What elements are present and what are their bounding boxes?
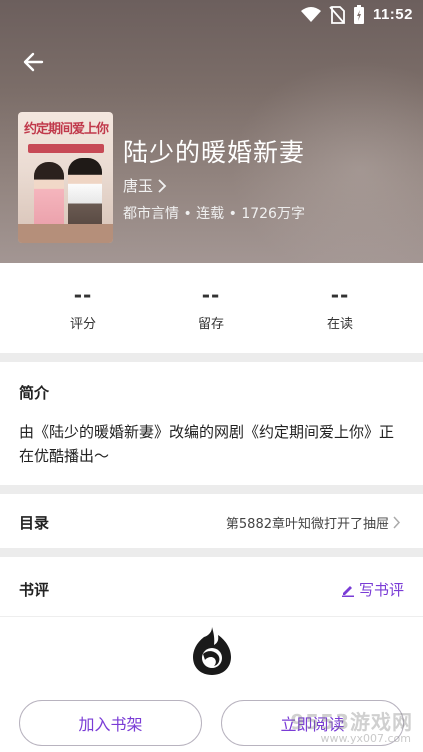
stats-row: -- 评分 -- 留存 -- 在读: [0, 263, 423, 353]
stat-label: 在读: [326, 317, 353, 332]
author-name: 唐玉: [123, 177, 154, 195]
stat-label: 留存: [197, 317, 224, 332]
pencil-icon: [341, 585, 354, 597]
stat-reading: -- 在读: [300, 283, 380, 332]
section-divider: [0, 353, 423, 362]
watermark-url: www.yx007.com: [320, 732, 411, 745]
no-sim-icon: [329, 5, 345, 24]
toc-row[interactable]: 目录 第5882章叶知微打开了抽屉: [0, 494, 423, 548]
stat-value: --: [73, 283, 93, 307]
book-meta: 都市言情 • 连载 • 1726万字: [123, 206, 305, 222]
cover-band: [28, 144, 104, 153]
book-title: 陆少的暖婚新妻: [123, 138, 306, 167]
review-title: 书评: [19, 581, 50, 599]
stat-rating: -- 评分: [43, 283, 123, 332]
add-to-shelf-button[interactable]: 加入书架: [19, 700, 202, 746]
watermark-text: 9553游戏网: [290, 710, 413, 734]
wifi-icon: [300, 6, 321, 22]
book-header: 11:52 约定期间爱上你 陆少的暖婚新妻 唐玉 都市言情 • 连载 • 172…: [0, 0, 423, 263]
stat-label: 评分: [69, 317, 96, 332]
section-divider: [0, 485, 423, 494]
intro-title: 简介: [19, 384, 50, 402]
battery-icon: [353, 5, 364, 24]
intro-text[interactable]: 由《陆少的暖婚新妻》改编的网剧《约定期间爱上你》正在优酷播出～: [19, 420, 404, 468]
review-section: 书评 写书评: [0, 557, 423, 702]
empty-flame-icon: [193, 627, 231, 675]
chevron-right-icon: [158, 178, 167, 193]
cover-title: 约定期间爱上你: [23, 122, 109, 137]
write-review-button[interactable]: 写书评: [341, 579, 404, 600]
review-divider: [0, 616, 423, 617]
author-link[interactable]: 唐玉: [123, 175, 167, 196]
book-cover[interactable]: 约定期间爱上你: [18, 112, 113, 243]
latest-chapter-label: 第5882章叶知微打开了抽屉: [225, 517, 389, 532]
write-review-label: 写书评: [358, 581, 404, 599]
stat-value: --: [201, 283, 221, 307]
status-time: 11:52: [372, 6, 413, 23]
stat-value: --: [330, 283, 350, 307]
status-bar: 11:52: [0, 0, 423, 30]
section-divider: [0, 548, 423, 557]
toc-title: 目录: [19, 514, 50, 532]
toc-latest-chapter[interactable]: 第5882章叶知微打开了抽屉: [226, 513, 401, 532]
back-arrow-icon[interactable]: [18, 47, 48, 77]
cover-table: [18, 224, 113, 243]
stat-retention: -- 留存: [171, 283, 251, 332]
chevron-right-icon: [393, 516, 401, 529]
intro-section: 简介 由《陆少的暖婚新妻》改编的网剧《约定期间爱上你》正在优酷播出～: [0, 362, 423, 485]
status-icons: 11:52: [300, 5, 413, 24]
bottom-action-bar: 加入书架 立即阅读 9553游戏网 www.yx007.com: [0, 696, 423, 752]
